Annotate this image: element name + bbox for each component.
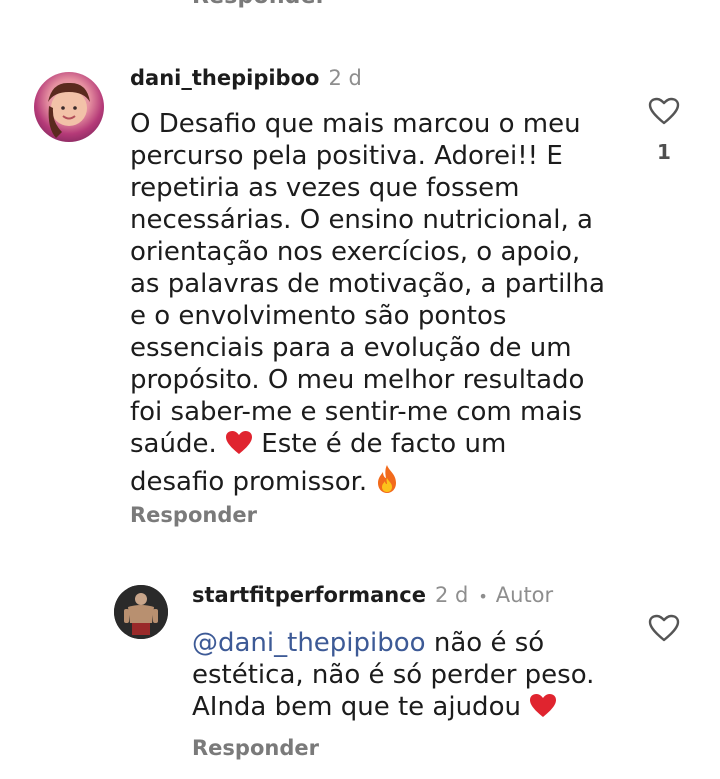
reply-line-with-emoji: AInda bem que te ajudou [192,691,594,727]
reply-line-text: AInda bem que te ajudou [192,692,521,722]
comment-line: percurso pela positiva. Adorei!! E [130,141,563,171]
comment-line: O Desafio que mais marcou o meu [130,109,581,139]
comment-line: saúde. [130,429,217,459]
comment-line: Este é de facto um [261,429,507,459]
reply-time: 2 d [434,583,469,607]
reply-username[interactable]: startfitperformance [192,583,426,607]
comment-line: as palavras de motivação, a partilha [130,269,605,299]
separator-dot: • [478,587,488,606]
like-count: 1 [657,140,671,164]
reply-header: startfitperformance 2 d • Autor [192,583,553,607]
reply-line: @dani_thepipiboo não é só [192,627,594,659]
mention-link[interactable]: @dani_thepipiboo [192,628,426,658]
comment-time: 2 d [328,66,362,90]
reply-body: @dani_thepipiboo não é só estética, não … [192,627,594,727]
reply-button[interactable]: Responder [192,736,319,760]
comment-line: propósito. O meu melhor resultado [130,365,585,395]
fire-emoji [375,464,399,502]
comment-line: foi saber-me e sentir-me com mais [130,397,583,427]
comment-username[interactable]: dani_thepipiboo [130,66,319,90]
comment-line: necessárias. O ensino nutricional, a [130,205,593,235]
avatar[interactable] [114,585,168,639]
avatar[interactable] [34,72,104,142]
comment-line: essenciais para a evolução de um [130,333,572,363]
comment-line: desafio promissor. [130,467,368,497]
comment-line: orientação nos exercícios, o apoio, [130,237,581,267]
comment-line: repetiria as vezes que fossem [130,173,520,203]
previous-reply-button[interactable]: Responder [192,0,327,9]
red-heart-emoji [225,430,253,464]
reply-line: estética, não é só perder peso. [192,660,595,690]
red-heart-emoji [529,693,557,727]
comment-body: O Desafio que mais marcou o meu percurso… [130,108,605,502]
reply-line-text: não é só [433,628,545,658]
comments-thread: Responder dani_thepipiboo 2 d O Desafio … [0,0,720,779]
author-badge: Autor [495,583,554,607]
comment-header: dani_thepipiboo 2 d [130,66,362,90]
reply-button[interactable]: Responder [130,503,257,527]
comment-line-with-emoji: saúde. Este é de facto um [130,428,605,464]
comment-line-with-emoji: desafio promissor. [130,464,605,502]
comment-line: e o envolvimento são pontos [130,301,507,331]
heart-outline-icon[interactable] [648,614,680,642]
heart-outline-icon[interactable] [648,97,680,125]
